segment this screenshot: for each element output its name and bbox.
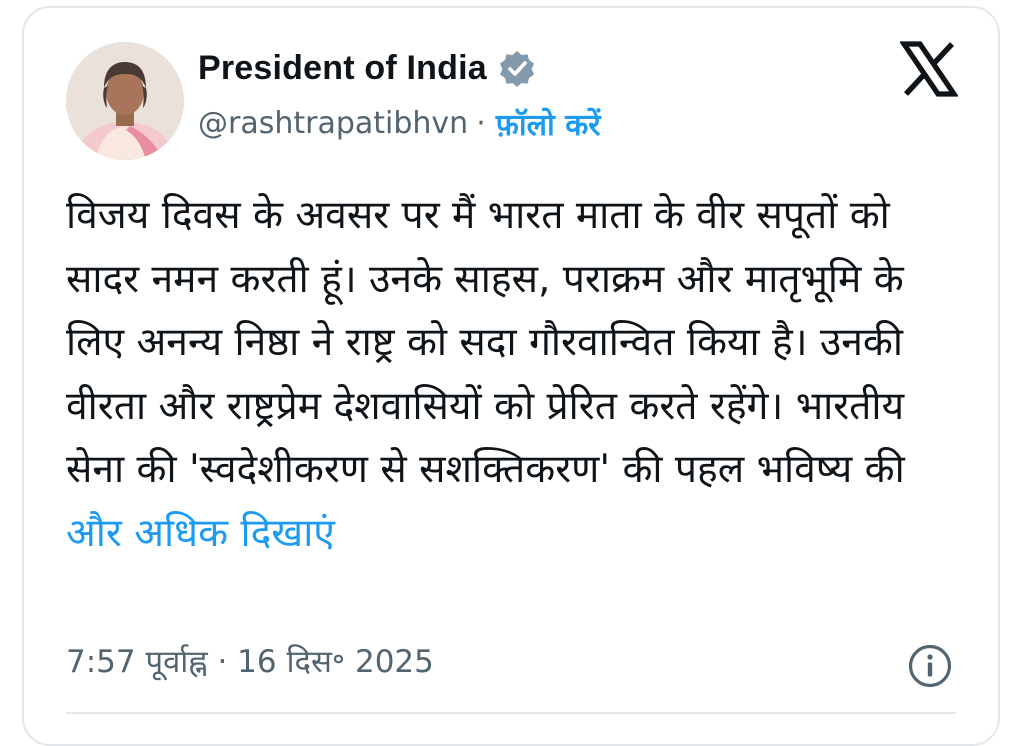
info-icon[interactable] xyxy=(907,643,953,689)
tweet-text: विजय दिवस के अवसर पर मैं भारत माता के वी… xyxy=(66,193,905,492)
x-logo-icon[interactable] xyxy=(899,40,959,98)
follow-button[interactable]: फ़ॉलो करें xyxy=(496,103,601,144)
author-name-row[interactable]: President of India xyxy=(198,48,537,88)
separator-dot: · xyxy=(476,106,486,141)
author-handle[interactable]: @rashtrapatibhvn xyxy=(198,106,468,141)
avatar[interactable] xyxy=(66,42,184,160)
handle-row: @rashtrapatibhvn · फ़ॉलो करें xyxy=(198,103,601,144)
divider xyxy=(66,712,956,714)
author-name[interactable]: President of India xyxy=(198,49,487,88)
tweet-body: विजय दिवस के अवसर पर मैं भारत माता के वी… xyxy=(66,184,966,565)
verified-badge-icon[interactable] xyxy=(497,48,537,88)
tweet-timestamp[interactable]: 7:57 पूर्वाह्न · 16 दिस॰ 2025 xyxy=(66,640,434,682)
show-more-link[interactable]: और अधिक दिखाएं xyxy=(66,511,335,556)
